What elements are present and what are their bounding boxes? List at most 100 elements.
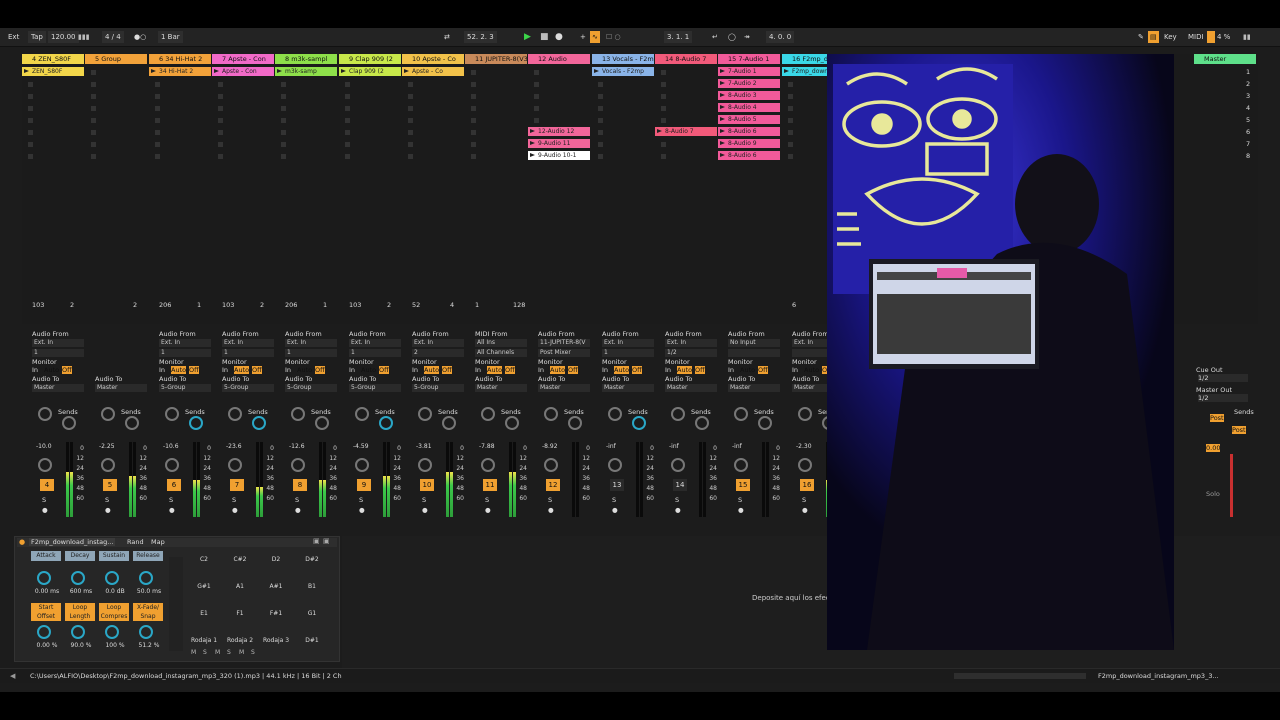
- monitor-auto-button[interactable]: Auto: [234, 366, 250, 374]
- clip-slot[interactable]: 8-Audio 6: [718, 151, 780, 160]
- clip-stop-button[interactable]: [408, 154, 413, 159]
- clip-stop-button[interactable]: [471, 70, 476, 75]
- input-source-select[interactable]: Ext. In: [32, 339, 84, 347]
- track-activator-button[interactable]: 5: [103, 479, 117, 491]
- clip-stop-button[interactable]: [218, 106, 223, 111]
- clip-stop-button[interactable]: [91, 106, 96, 111]
- input-source-select[interactable]: No Input: [728, 339, 780, 347]
- song-position[interactable]: 52. 2. 3: [464, 31, 497, 43]
- solo-button[interactable]: S: [675, 496, 679, 504]
- sample-option-value[interactable]: 51.2 %: [133, 641, 165, 651]
- input-channel-select[interactable]: 1/2: [665, 349, 717, 357]
- envelope-value[interactable]: 0.00 ms: [31, 587, 63, 597]
- monitor-auto-button[interactable]: Auto: [297, 366, 312, 374]
- output-select[interactable]: Master: [95, 384, 147, 392]
- monitor-auto-button[interactable]: Auto: [424, 366, 440, 374]
- arm-button[interactable]: ●: [612, 506, 618, 514]
- solo-button[interactable]: S: [612, 496, 616, 504]
- clip-stop-button[interactable]: [408, 142, 413, 147]
- send-b-knob[interactable]: [189, 416, 203, 430]
- sample-option-button[interactable]: Start Offset: [31, 603, 61, 621]
- arm-button[interactable]: ●: [738, 506, 744, 514]
- output-select[interactable]: 5-Group: [159, 384, 211, 392]
- track-header[interactable]: 14 8-Audio 7: [655, 54, 717, 64]
- clip-stop-button[interactable]: [91, 70, 96, 75]
- input-channel-select[interactable]: 1: [602, 349, 654, 357]
- send-a-knob[interactable]: [291, 407, 305, 421]
- post-button-a[interactable]: Post: [1210, 414, 1224, 422]
- volume-value[interactable]: -8.92: [542, 443, 558, 450]
- send-b-knob[interactable]: [62, 416, 76, 430]
- clip-stop-button[interactable]: [471, 82, 476, 87]
- drum-pad[interactable]: Rodaja 3: [261, 630, 291, 652]
- clip-slot[interactable]: ZEN_S80F: [22, 67, 84, 76]
- input-channel-select[interactable]: 1: [32, 349, 84, 357]
- rand-button[interactable]: Rand: [127, 538, 144, 546]
- volume-value[interactable]: -10.6: [163, 443, 179, 450]
- output-select[interactable]: Master: [32, 384, 84, 392]
- drum-pad[interactable]: G#1: [189, 576, 219, 598]
- clip-stop-button[interactable]: [534, 82, 539, 87]
- scene-launch-button[interactable]: 8: [1246, 152, 1250, 160]
- send-b-knob[interactable]: [758, 416, 772, 430]
- track-activator-button[interactable]: 16: [800, 479, 814, 491]
- status-arrow-icon[interactable]: ◀: [10, 672, 15, 680]
- send-b-knob[interactable]: [632, 416, 646, 430]
- clip-stop-button[interactable]: [345, 154, 350, 159]
- envelope-knob[interactable]: [37, 571, 51, 585]
- track-header[interactable]: 13 Vocals - F2mp: [592, 54, 654, 64]
- clip-stop-button[interactable]: [218, 142, 223, 147]
- envelope-value[interactable]: 600 ms: [65, 587, 97, 597]
- post-button-b[interactable]: Post: [1232, 426, 1246, 434]
- send-a-knob[interactable]: [671, 407, 685, 421]
- monitor-off-button[interactable]: Off: [189, 366, 199, 374]
- time-signature[interactable]: 4 / 4: [102, 31, 124, 43]
- drum-pad[interactable]: A1: [225, 576, 255, 598]
- envelope-button[interactable]: Sustain: [99, 551, 129, 561]
- envelope-knob[interactable]: [139, 571, 153, 585]
- track-activator-button[interactable]: 11: [483, 479, 497, 491]
- send-a-knob[interactable]: [355, 407, 369, 421]
- track-header[interactable]: 10 Apste - Co: [402, 54, 464, 64]
- drum-pad[interactable]: D#2: [297, 549, 327, 571]
- volume-value[interactable]: -4.59: [353, 443, 369, 450]
- track-activator-button[interactable]: 14: [673, 479, 687, 491]
- drum-pad[interactable]: G1: [297, 603, 327, 625]
- monitor-auto-button[interactable]: Auto: [677, 366, 693, 374]
- monitor-auto-button[interactable]: Auto: [44, 366, 59, 374]
- loop-icon[interactable]: ◯: [728, 31, 736, 43]
- pad-mute-solo-button[interactable]: M: [191, 649, 196, 656]
- drum-pad[interactable]: F1: [225, 603, 255, 625]
- clip-stop-button[interactable]: [91, 94, 96, 99]
- monitor-off-button[interactable]: Off: [252, 366, 262, 374]
- clip-stop-button[interactable]: [471, 154, 476, 159]
- track-header[interactable]: 9 Clap 909 (2: [339, 54, 401, 64]
- solo-button[interactable]: S: [359, 496, 363, 504]
- pad-mute-solo-button[interactable]: S: [227, 649, 231, 656]
- send-b-knob[interactable]: [252, 416, 266, 430]
- send-b-knob[interactable]: [442, 416, 456, 430]
- clip-stop-button[interactable]: [345, 142, 350, 147]
- input-channel-select[interactable]: 1: [222, 349, 274, 357]
- clip-stop-button[interactable]: [28, 94, 33, 99]
- output-select[interactable]: Master: [665, 384, 717, 392]
- clip-stop-button[interactable]: [788, 94, 793, 99]
- scene-launch-button[interactable]: 4: [1246, 104, 1250, 112]
- send-a-knob[interactable]: [798, 407, 812, 421]
- output-select[interactable]: 5-Group: [412, 384, 464, 392]
- stop-button[interactable]: ■: [540, 31, 549, 43]
- clip-stop-button[interactable]: [534, 118, 539, 123]
- clip-stop-button[interactable]: [281, 142, 286, 147]
- monitor-in-button[interactable]: In: [412, 366, 418, 374]
- envelope-button[interactable]: Decay: [65, 551, 95, 561]
- clip-stop-button[interactable]: [661, 82, 666, 87]
- device-settings-icon[interactable]: ▣: [313, 537, 320, 545]
- input-source-select[interactable]: Ext. In: [222, 339, 274, 347]
- arm-button[interactable]: ●: [169, 506, 175, 514]
- solo-button[interactable]: S: [802, 496, 806, 504]
- arm-button[interactable]: ●: [675, 506, 681, 514]
- envelope-value[interactable]: 0.0 dB: [99, 587, 131, 597]
- drum-pad[interactable]: C#2: [225, 549, 255, 571]
- midi-map-button[interactable]: MIDI: [1188, 31, 1204, 43]
- clip-stop-button[interactable]: [471, 118, 476, 123]
